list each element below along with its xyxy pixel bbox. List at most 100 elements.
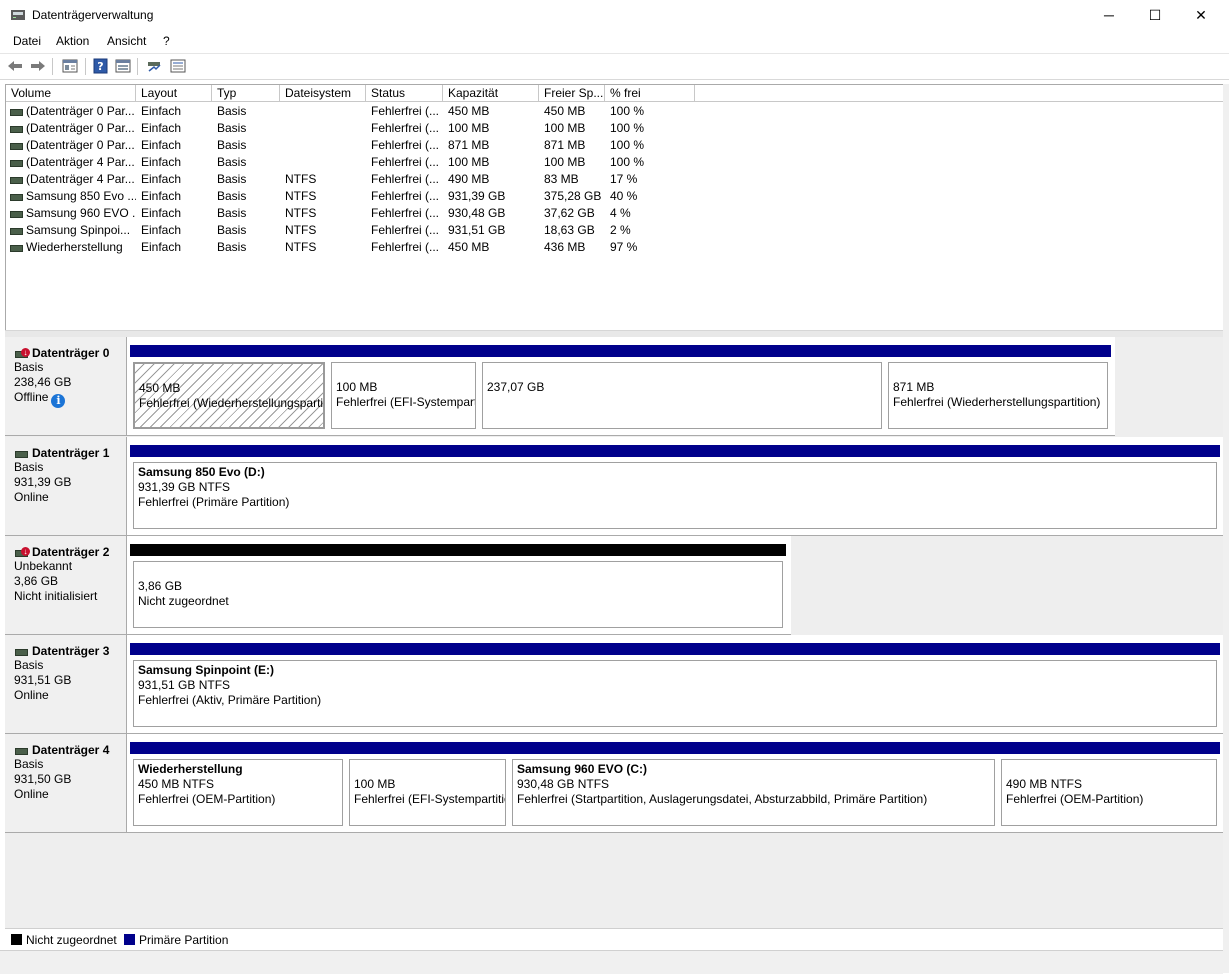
properties-icon[interactable]	[61, 58, 79, 74]
maximize-button[interactable]: ☐	[1132, 0, 1178, 30]
partition-body: Samsung 850 Evo (D:) 931,39 GB NTFS Fehler…	[133, 462, 1217, 529]
partition-block[interactable]: Wiederherstellung 450 MB NTFS Fehlerfrei (…	[130, 742, 346, 829]
legend-swatch-unallocated	[11, 934, 22, 945]
partition-block[interactable]: Samsung Spinpoint (E:) 931,51 GB NTFS Fehl…	[130, 643, 1220, 730]
volume-free-space: 436 MB	[544, 240, 586, 254]
volume-free-space: 100 MB	[544, 155, 586, 169]
column-header-typ[interactable]: Typ	[212, 85, 280, 101]
partition-title: Samsung Spinpoint (E:)	[138, 663, 274, 677]
disk-name-text: Datenträger 3	[32, 644, 110, 658]
volume-capacity: 100 MB	[448, 121, 490, 135]
menu-aktion[interactable]: Aktion	[56, 34, 89, 48]
volume-capacity: 450 MB	[448, 104, 490, 118]
partition-block[interactable]: 100 MB Fehlerfrei (EFI-Systempart	[328, 345, 479, 432]
partition-block[interactable]: 450 MB Fehlerfrei (Wiederherstellungspart…	[130, 345, 328, 432]
table-row[interactable]: Wiederherstellung Einfach Basis NTFS Fehlerf…	[6, 239, 706, 256]
column-header-kapazitaet[interactable]: Kapazität	[443, 85, 539, 101]
disk-type: Unbekannt	[14, 559, 126, 574]
partition-title: Samsung 850 Evo (D:)	[138, 465, 265, 479]
disk-label-panel[interactable]: Datenträger 1 Basis 931,39 GB Online	[5, 437, 127, 536]
volume-drive-icon	[10, 245, 23, 252]
column-header-prozent-frei[interactable]: % frei	[605, 85, 695, 101]
svg-text:?: ?	[97, 60, 103, 73]
console-icon[interactable]	[114, 58, 132, 74]
volume-type: Basis	[217, 138, 247, 152]
disk-label-panel[interactable]: ↓ Datenträger 0 Basis 238,46 GB Offline i	[5, 337, 127, 436]
disk-name: Datenträger 3	[14, 644, 126, 658]
info-icon[interactable]: i	[51, 394, 66, 408]
partition-status: Fehlerfrei (Startpartition, Auslagerungs…	[517, 792, 928, 806]
disk-type-text: Basis	[14, 460, 44, 474]
volume-percent-free: 2 %	[610, 223, 631, 237]
partition-block[interactable]: 237,07 GB	[479, 345, 885, 432]
details-icon[interactable]	[169, 58, 187, 74]
partition-header-primary	[885, 345, 1111, 357]
window-scrollbar[interactable]	[1223, 84, 1229, 973]
toolbar-separator	[52, 58, 53, 75]
forward-icon[interactable]	[29, 58, 47, 74]
partition-header-primary	[479, 345, 885, 357]
pane-splitter[interactable]	[5, 330, 1223, 337]
partition-block[interactable]: Samsung 960 EVO (C:) 930,48 GB NTFS Fehler…	[509, 742, 998, 829]
table-row[interactable]: (Datenträger 0 Par... Einfach Basis Fehlerf…	[6, 120, 706, 137]
table-row[interactable]: (Datenträger 0 Par... Einfach Basis Fehlerf…	[6, 137, 706, 154]
partition-block[interactable]: 100 MB Fehlerfrei (EFI-Systempartitio	[346, 742, 509, 829]
volume-drive-icon	[10, 126, 23, 133]
partition-block[interactable]: 871 MB Fehlerfrei (Wiederherstellungspart…	[885, 345, 1111, 432]
volume-list[interactable]: Volume Layout Typ Dateisystem Status Kap…	[5, 84, 1224, 332]
partition-header-primary	[346, 742, 509, 754]
disk-size: 931,39 GB	[14, 475, 126, 490]
column-header-freier-speicher[interactable]: Freier Sp...	[539, 85, 605, 101]
table-row[interactable]: Samsung Spinpoi... Einfach Basis NTFS Fehler…	[6, 222, 706, 239]
menu-help[interactable]: ?	[163, 34, 170, 48]
disk-label-panel[interactable]: ↓ Datenträger 2 Unbekannt 3,86 GB Nicht init…	[5, 536, 127, 635]
table-row[interactable]: (Datenträger 4 Par... Einfach Basis NTFS Feh…	[6, 171, 706, 188]
disk-size-text: 238,46 GB	[14, 375, 72, 389]
partition-body: Samsung Spinpoint (E:) 931,51 GB NTFS Fehl…	[133, 660, 1217, 727]
partition-status: Fehlerfrei (Aktiv, Primäre Partition)	[138, 693, 322, 707]
menu-ansicht[interactable]: Ansicht	[107, 34, 146, 48]
connect-icon[interactable]	[145, 58, 163, 74]
column-header-dateisystem[interactable]: Dateisystem	[280, 85, 366, 101]
partition-size: 931,39 GB NTFS	[138, 480, 231, 494]
table-row[interactable]: (Datenträger 0 Par... Einfach Basis Fehlerf…	[6, 103, 706, 120]
volume-drive-icon	[10, 228, 23, 235]
menu-bar: Datei Aktion Ansicht ?	[0, 31, 1229, 51]
help-icon[interactable]: ?	[92, 58, 110, 74]
table-row[interactable]: Samsung 850 Evo ... Einfach Basis NTFS Fehle…	[6, 188, 706, 205]
disk-size-text: 931,50 GB	[14, 772, 72, 786]
partition-block[interactable]: 490 MB NTFS Fehlerfrei (OEM-Partition)	[998, 742, 1220, 829]
volume-type: Basis	[217, 121, 247, 135]
disk-state: Online	[14, 688, 126, 703]
volume-status: Fehlerfrei (...	[371, 104, 440, 118]
disk-state: Online	[14, 787, 126, 802]
column-header-layout[interactable]: Layout	[136, 85, 212, 101]
table-row[interactable]: Samsung 960 EVO ... Einfach Basis NTFS Fehle…	[6, 205, 706, 222]
column-header-status[interactable]: Status	[366, 85, 443, 101]
partition-header-primary	[130, 345, 328, 357]
partition-size: 3,86 GB	[138, 579, 183, 593]
partition-block[interactable]: 3,86 GB Nicht zugeordnet	[130, 544, 786, 631]
partition-size: 100 MB	[354, 777, 396, 791]
partition-body: 871 MB Fehlerfrei (Wiederherstellungspart…	[888, 362, 1108, 429]
column-header-volume[interactable]: Volume	[6, 85, 136, 101]
disk-label-panel[interactable]: Datenträger 4 Basis 931,50 GB Online	[5, 734, 127, 833]
disk-label-panel[interactable]: Datenträger 3 Basis 931,51 GB Online	[5, 635, 127, 734]
back-icon[interactable]	[6, 58, 24, 74]
disk-name: Datenträger 4	[14, 743, 126, 757]
close-button[interactable]: ✕	[1178, 0, 1224, 30]
volume-layout: Einfach	[141, 223, 182, 237]
partition-status: Fehlerfrei (OEM-Partition)	[138, 792, 276, 806]
disk-name-text: Datenträger 0	[32, 346, 110, 360]
legend-label-unallocated: Nicht zugeordnet	[26, 933, 117, 947]
table-row[interactable]: (Datenträger 4 Par... Einfach Basis Fehlerf…	[6, 154, 706, 171]
partition-status: Fehlerfrei (Wiederherstellungspartition)	[893, 395, 1101, 409]
menu-datei[interactable]: Datei	[13, 34, 41, 48]
minimize-button[interactable]: ─	[1086, 0, 1132, 30]
partition-block[interactable]: Samsung 850 Evo (D:) 931,39 GB NTFS Fehler…	[130, 445, 1220, 532]
partition-header-primary	[998, 742, 1220, 754]
disk-graphical-view: ↓ Datenträger 0 Basis 238,46 GB Offline i 450 …	[5, 337, 1223, 928]
partition-size: 930,48 GB NTFS	[517, 777, 610, 791]
partition-size: 931,51 GB NTFS	[138, 678, 231, 692]
volume-status: Fehlerfrei (...	[371, 206, 440, 220]
